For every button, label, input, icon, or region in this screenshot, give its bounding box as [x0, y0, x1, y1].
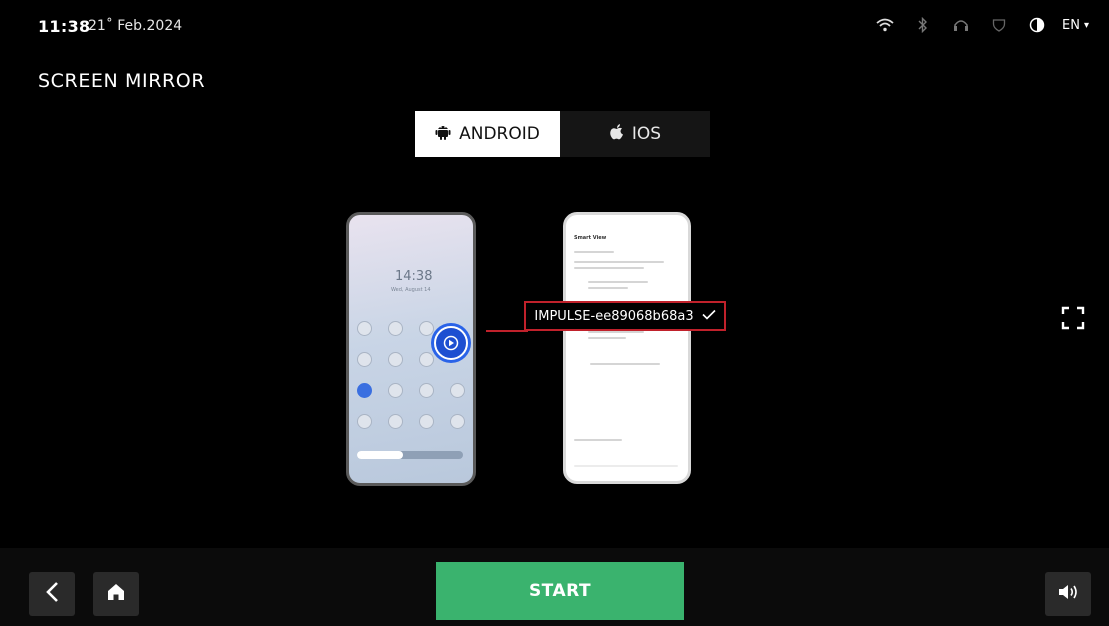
quick-toggle	[357, 321, 372, 336]
home-icon	[106, 582, 126, 606]
smart-view-phone-illustration: Smart View	[563, 212, 691, 484]
back-button[interactable]	[29, 572, 75, 616]
brightness-slider	[357, 451, 463, 459]
quick-toggle	[388, 383, 403, 398]
quick-toggle	[388, 321, 403, 336]
status-icons: EN ▾	[858, 12, 1089, 38]
tab-ios[interactable]: IOS	[560, 111, 710, 157]
smart-view-icon	[434, 326, 468, 360]
bluetooth-icon	[912, 14, 934, 36]
shield-icon	[988, 14, 1010, 36]
tab-android[interactable]: ANDROID	[415, 111, 560, 157]
quick-toggle	[388, 414, 403, 429]
quick-toggle	[450, 383, 465, 398]
wifi-icon	[874, 14, 896, 36]
apple-icon	[609, 123, 624, 145]
android-icon	[435, 123, 451, 145]
fullscreen-icon[interactable]	[1061, 306, 1085, 330]
device-name-tag: IMPULSE-ee89068b68a3	[524, 301, 726, 331]
phone-clock: 14:38	[395, 269, 433, 284]
tab-android-label: ANDROID	[459, 124, 540, 144]
quick-toggle	[419, 383, 434, 398]
status-bar: 11:38 21˚ Feb.2024 EN ▾	[0, 0, 1109, 48]
device-name: IMPULSE-ee89068b68a3	[534, 308, 694, 324]
quick-toggle	[357, 383, 372, 398]
home-button[interactable]	[93, 572, 139, 616]
start-button[interactable]: START	[436, 562, 684, 620]
quick-toggle	[388, 352, 403, 367]
quick-toggle	[357, 352, 372, 367]
os-tab-group: ANDROID IOS	[415, 111, 710, 157]
volume-button[interactable]	[1045, 572, 1091, 616]
volume-icon	[1057, 583, 1079, 605]
chevron-down-icon: ▾	[1083, 19, 1089, 31]
date: 21˚ Feb.2024	[88, 18, 183, 34]
phone-date: Wed, August 14	[391, 287, 431, 293]
language-label: EN	[1062, 17, 1080, 33]
headset-icon	[950, 14, 972, 36]
check-icon	[702, 309, 716, 324]
quick-toggle	[357, 414, 372, 429]
quick-toggle	[419, 352, 434, 367]
language-selector[interactable]: EN ▾	[1062, 18, 1089, 33]
connector-line	[486, 330, 528, 332]
clock: 11:38	[38, 17, 91, 36]
tab-ios-label: IOS	[631, 124, 662, 144]
quick-toggle	[419, 321, 434, 336]
contrast-icon[interactable]	[1026, 14, 1048, 36]
smart-view-title: Smart View	[574, 235, 607, 241]
chevron-left-icon	[45, 581, 59, 607]
quick-toggle	[419, 414, 434, 429]
quick-toggle	[450, 414, 465, 429]
page-title: SCREEN MIRROR	[38, 70, 206, 92]
